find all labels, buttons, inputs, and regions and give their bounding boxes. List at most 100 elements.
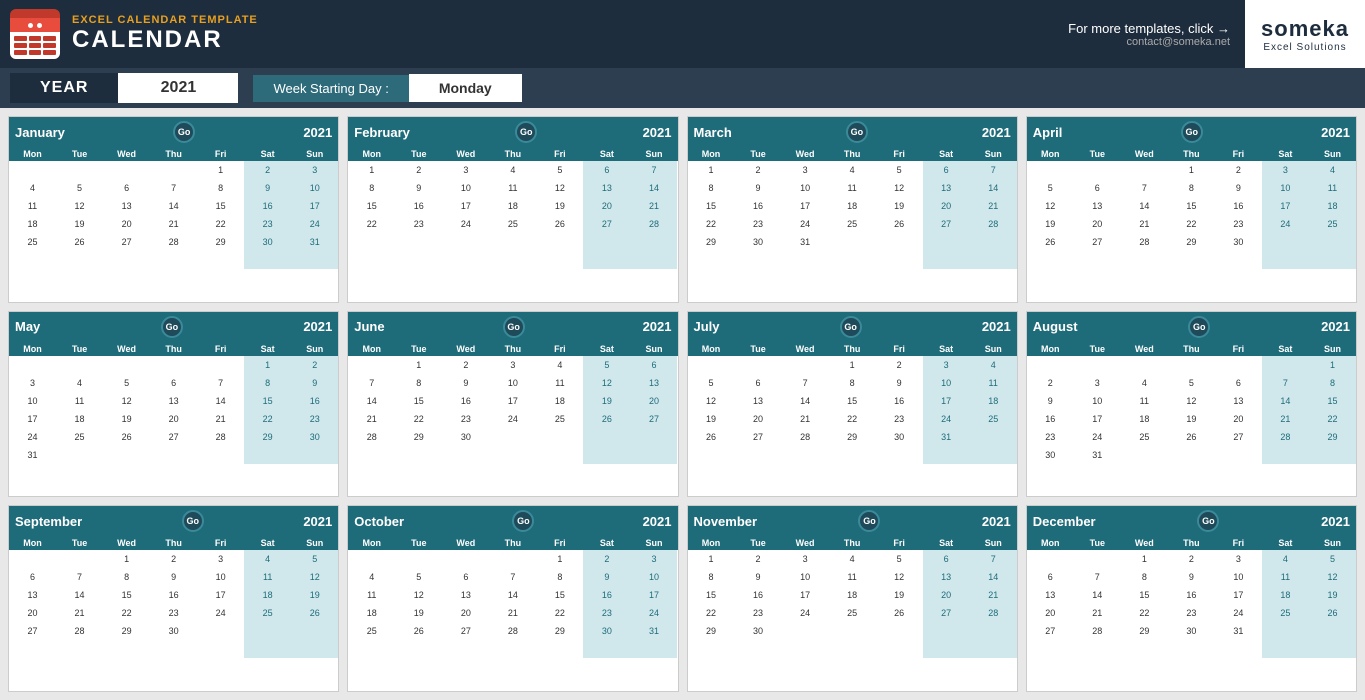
month-header-july: JulyGo2021 [688, 312, 1017, 342]
day-cell: 27 [1215, 428, 1262, 446]
day-header: Sat [923, 147, 970, 161]
day-cell [1027, 550, 1074, 568]
day-cell: 15 [688, 197, 735, 215]
day-cell: 21 [489, 604, 536, 622]
go-button-june[interactable]: Go [503, 316, 525, 338]
day-cell [1074, 640, 1121, 658]
go-button-september[interactable]: Go [182, 510, 204, 532]
week-starting-value[interactable]: Monday [409, 74, 522, 102]
go-button-january[interactable]: Go [173, 121, 195, 143]
go-button-april[interactable]: Go [1181, 121, 1203, 143]
go-button-may[interactable]: Go [161, 316, 183, 338]
day-cell: 3 [782, 161, 829, 179]
day-cell: 12 [583, 374, 630, 392]
day-cell: 12 [688, 392, 735, 410]
day-cell: 30 [876, 428, 923, 446]
day-cell: 11 [244, 568, 291, 586]
day-cell [244, 251, 291, 269]
day-cell [150, 446, 197, 464]
day-cell: 27 [583, 215, 630, 233]
day-cell [1074, 356, 1121, 374]
day-header: Sun [1309, 342, 1356, 356]
day-header: Sat [1262, 536, 1309, 550]
day-header: Mon [9, 342, 56, 356]
month-november: NovemberGo2021MonTueWedThuFriSatSun12345… [687, 505, 1018, 692]
header-info: For more templates, click → contact@some… [1068, 21, 1245, 48]
day-cell: 13 [9, 586, 56, 604]
day-cell: 5 [395, 568, 442, 586]
day-header: Mon [1027, 342, 1074, 356]
day-cell [9, 161, 56, 179]
day-header: Sat [583, 342, 630, 356]
day-header: Mon [348, 147, 395, 161]
day-cell: 14 [1262, 392, 1309, 410]
month-name: September [15, 514, 82, 529]
day-cell [735, 446, 782, 464]
day-cell [103, 251, 150, 269]
month-name: April [1033, 125, 1063, 140]
day-cell: 1 [688, 550, 735, 568]
month-year: 2021 [643, 319, 672, 334]
day-header: Fri [197, 147, 244, 161]
day-cell: 15 [244, 392, 291, 410]
day-cell: 18 [348, 604, 395, 622]
day-header-row: MonTueWedThuFriSatSun [9, 147, 338, 161]
go-button-october[interactable]: Go [512, 510, 534, 532]
go-button-august[interactable]: Go [1188, 316, 1210, 338]
days-grid: 1234567891011121314151617181920212223242… [348, 550, 677, 658]
day-cell: 17 [9, 410, 56, 428]
day-cell: 28 [56, 622, 103, 640]
day-cell: 8 [1309, 374, 1356, 392]
click-arrow[interactable]: → [1217, 21, 1230, 36]
day-cell: 17 [1215, 586, 1262, 604]
day-cell: 5 [56, 179, 103, 197]
day-cell: 7 [970, 550, 1017, 568]
day-cell: 29 [688, 233, 735, 251]
day-cell: 5 [536, 161, 583, 179]
logo-name: someka [1261, 16, 1349, 42]
day-cell: 20 [150, 410, 197, 428]
day-cell: 12 [1309, 568, 1356, 586]
day-header: Mon [348, 342, 395, 356]
day-cell [536, 428, 583, 446]
day-cell: 26 [1027, 233, 1074, 251]
go-button-july[interactable]: Go [840, 316, 862, 338]
day-cell [1309, 640, 1356, 658]
day-cell: 21 [630, 197, 677, 215]
day-cell: 20 [1027, 604, 1074, 622]
day-cell: 29 [688, 622, 735, 640]
go-button-december[interactable]: Go [1197, 510, 1219, 532]
day-cell: 9 [150, 568, 197, 586]
header-left: EXCEL CALENDAR TEMPLATE CALENDAR [0, 9, 258, 59]
day-cell: 26 [536, 215, 583, 233]
go-button-march[interactable]: Go [846, 121, 868, 143]
day-cell: 14 [489, 586, 536, 604]
day-cell: 11 [9, 197, 56, 215]
year-value[interactable]: 2021 [118, 73, 238, 103]
month-year: 2021 [303, 125, 332, 140]
day-cell [876, 622, 923, 640]
day-cell [244, 640, 291, 658]
day-cell [1027, 251, 1074, 269]
day-cell: 8 [395, 374, 442, 392]
day-cell [970, 446, 1017, 464]
month-september: SeptemberGo2021MonTueWedThuFriSatSun1234… [8, 505, 339, 692]
day-header: Thu [1168, 536, 1215, 550]
day-cell: 6 [735, 374, 782, 392]
day-cell [56, 446, 103, 464]
month-name: December [1033, 514, 1096, 529]
day-cell: 17 [1074, 410, 1121, 428]
day-cell: 25 [970, 410, 1017, 428]
day-cell: 27 [923, 604, 970, 622]
go-button-february[interactable]: Go [515, 121, 537, 143]
day-cell: 13 [103, 197, 150, 215]
day-cell: 1 [197, 161, 244, 179]
go-button-november[interactable]: Go [858, 510, 880, 532]
day-cell: 10 [197, 568, 244, 586]
day-header: Fri [876, 342, 923, 356]
day-cell: 3 [442, 161, 489, 179]
day-cell: 22 [244, 410, 291, 428]
day-cell: 18 [489, 197, 536, 215]
day-cell: 30 [291, 428, 338, 446]
day-cell: 7 [348, 374, 395, 392]
